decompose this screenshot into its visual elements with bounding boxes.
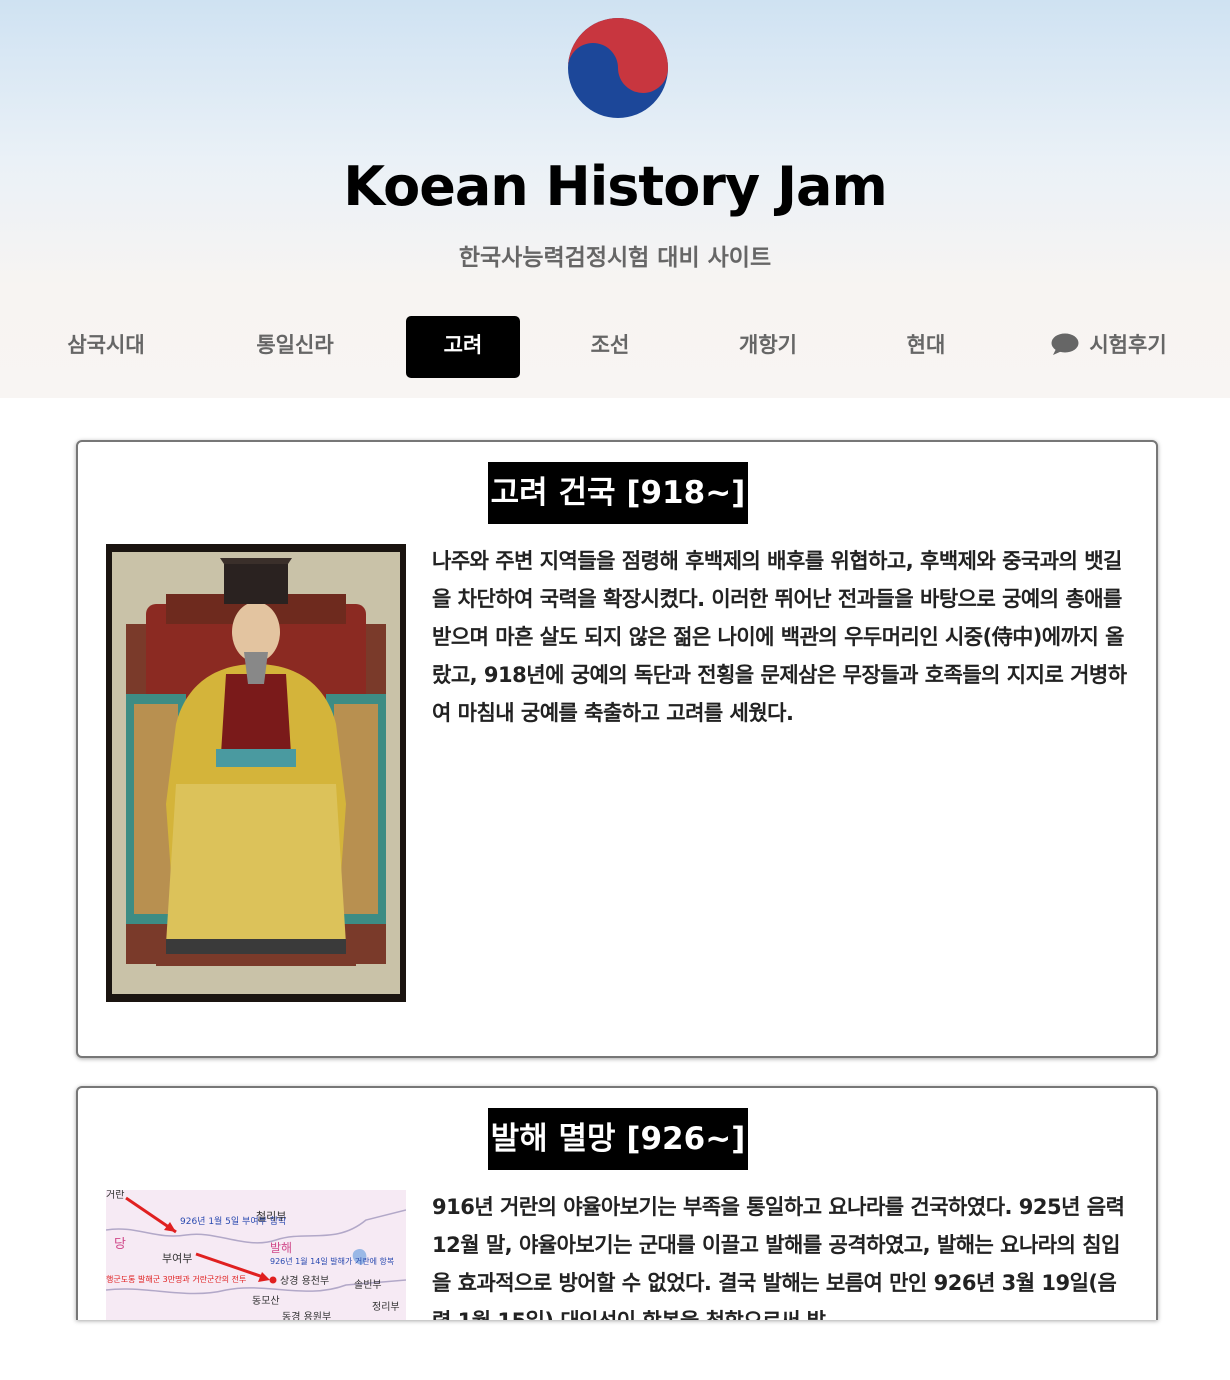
nav-item-label: 개항기 (739, 333, 797, 357)
chat-icon (1051, 333, 1079, 355)
article-card: 발해 멸망 [926~] 거란 당 926년 1월 5일 부여부 함락 철리부 … (76, 1086, 1158, 1320)
site-title[interactable]: Koean History Jam (0, 152, 1230, 222)
map-label: 거란 (106, 1190, 124, 1201)
map-label: 행군도통 발해군 3만명과 거란군간의 전투 (106, 1274, 246, 1284)
card-title: 고려 건국 [918~] (488, 462, 748, 524)
nav-item-three-kingdoms[interactable]: 삼국시대 (36, 316, 176, 378)
map-label: 동경 용원부 (282, 1310, 331, 1320)
nav-item-opening-period[interactable]: 개항기 (708, 316, 828, 378)
site-subtitle: 한국사능력검정시험 대비 사이트 (458, 245, 772, 271)
nav-item-label: 시험후기 (1089, 333, 1167, 357)
map-label: 철리부 (256, 1210, 286, 1223)
nav-item-modern[interactable]: 현대 (876, 316, 976, 378)
card-body-text: 916년 거란의 야율아보기는 부족을 통일하고 요나라를 건국하였다. 925… (432, 1195, 1125, 1320)
map-label: 당 (114, 1237, 126, 1252)
nav-item-unified-silla[interactable]: 통일신라 (225, 316, 365, 378)
nav-item-exam-reviews[interactable]: 시험후기 (1036, 316, 1182, 378)
map-label: 발해 (270, 1241, 292, 1255)
nav-item-label: 고려 (443, 333, 483, 357)
balhae-map-image: 거란 당 926년 1월 5일 부여부 함락 철리부 부여부 발해 926년 1… (106, 1190, 406, 1320)
nav-item-label: 통일신라 (256, 333, 334, 357)
nav-item-joseon[interactable]: 조선 (560, 316, 660, 378)
map-label: 926년 1월 14일 발해가 거란에 항복 (270, 1256, 394, 1266)
map-label: 솔빈부 (354, 1279, 382, 1291)
site-header: Koean History Jam 한국사능력검정시험 대비 사이트 삼국시대 … (0, 0, 1230, 398)
nav-item-label: 조선 (590, 333, 630, 357)
map-label: 정리부 (372, 1301, 400, 1313)
map-label: 동모산 (252, 1295, 280, 1307)
article-card: 고려 건국 [918~] 나주와 주변 지역들을 점령해 후백제의 배후를 위협… (76, 440, 1158, 1058)
map-label: 부여부 (162, 1252, 192, 1265)
card-title: 발해 멸망 [926~] (488, 1108, 748, 1170)
taegeuk-logo-icon[interactable] (568, 18, 668, 118)
card-body-text: 나주와 주변 지역들을 점령해 후백제의 배후를 위협하고, 후백제와 중국과의… (432, 549, 1127, 725)
nav-item-label: 삼국시대 (67, 333, 145, 357)
nav-item-label: 현대 (906, 333, 946, 357)
map-label: 상경 용천부 (280, 1274, 329, 1287)
nav-item-goryeo[interactable]: 고려 (406, 316, 520, 378)
king-portrait-image (106, 544, 406, 1002)
